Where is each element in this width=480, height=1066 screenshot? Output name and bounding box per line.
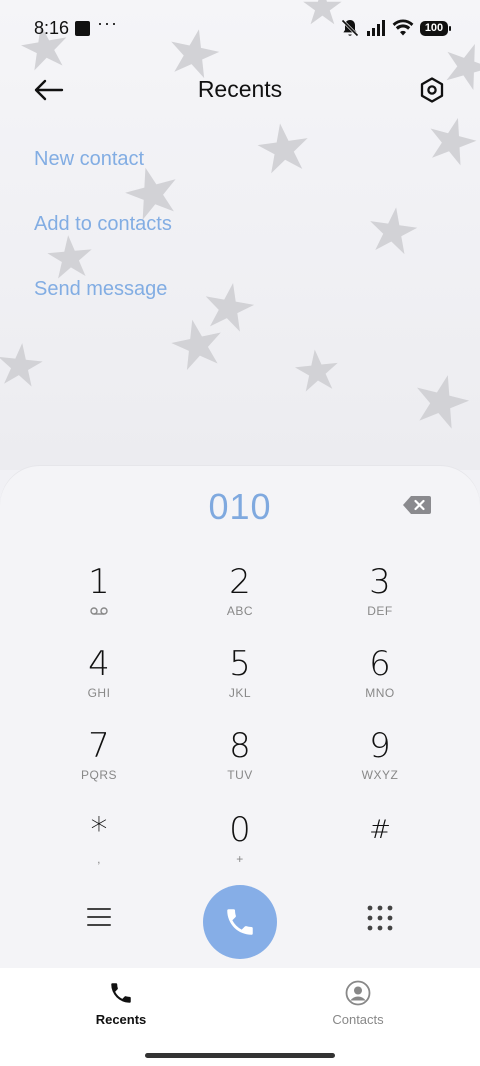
- page-title: Recents: [197, 76, 283, 102]
- star-decoration: ★: [401, 353, 480, 449]
- key-0[interactable]: 0 +: [185, 810, 295, 882]
- key-letters: WXYZ: [361, 768, 399, 782]
- key-digit: 2: [229, 562, 251, 602]
- key-letters: ,: [97, 852, 101, 866]
- menu-button[interactable]: [84, 902, 114, 932]
- key-hash[interactable]: #: [325, 810, 435, 882]
- notification-square-icon: [75, 21, 90, 36]
- key-letters: MNO: [365, 686, 395, 700]
- key-3[interactable]: 3 DEF: [325, 562, 435, 634]
- settings-button[interactable]: [412, 70, 452, 110]
- wifi-icon: [392, 19, 414, 36]
- dialpad-icon: [367, 905, 393, 931]
- key-digit: #: [369, 815, 391, 845]
- key-6[interactable]: 6 MNO: [325, 644, 435, 716]
- person-circle-icon: [345, 980, 371, 1006]
- key-digit: 7: [88, 726, 110, 766]
- status-bar: 8:16 ··· 100: [0, 0, 480, 56]
- key-letters: PQRS: [80, 768, 117, 782]
- key-digit: 8: [229, 726, 251, 766]
- tab-contacts[interactable]: Contacts: [298, 980, 418, 1027]
- hexagon-settings-icon: [420, 77, 444, 103]
- silent-bell-icon: [341, 19, 359, 37]
- key-2[interactable]: 2 ABC: [185, 562, 295, 634]
- dialpad-toggle-button[interactable]: [366, 904, 394, 932]
- key-letters: GHI: [87, 686, 111, 700]
- key-7[interactable]: 7 PQRS: [44, 726, 154, 798]
- key-digit: 3: [369, 562, 391, 602]
- battery-level: 100: [424, 22, 444, 34]
- key-digit: 5: [229, 644, 251, 684]
- backspace-icon: [403, 496, 431, 514]
- key-letters: ABC: [226, 604, 254, 618]
- key-4[interactable]: 4 GHI: [44, 644, 154, 716]
- key-8[interactable]: 8 TUV: [185, 726, 295, 798]
- new-contact-link[interactable]: New contact: [34, 148, 144, 171]
- key-9[interactable]: 9 WXYZ: [325, 726, 435, 798]
- tab-recents-label: Recents: [95, 1012, 147, 1027]
- bottom-navigation: Recents Contacts: [0, 968, 480, 1066]
- backspace-button[interactable]: [402, 494, 432, 516]
- key-5[interactable]: 5 JKL: [185, 644, 295, 716]
- add-to-contacts-link[interactable]: Add to contacts: [34, 213, 172, 236]
- status-time: 8:16: [34, 18, 70, 38]
- key-digit: 4: [88, 644, 110, 684]
- star-decoration: ★: [0, 328, 50, 402]
- battery-icon: 100: [420, 20, 451, 36]
- key-digit: 0: [229, 810, 251, 850]
- star-decoration: ★: [288, 336, 346, 407]
- app-bar: Recents: [0, 60, 480, 120]
- voicemail-icon: [90, 607, 108, 615]
- key-letters: TUV: [227, 768, 253, 782]
- signal-icon: [367, 20, 385, 36]
- key-digit: *: [90, 810, 108, 850]
- phone-icon: [227, 909, 253, 935]
- tab-contacts-label: Contacts: [332, 1012, 384, 1027]
- key-digit: 1: [88, 562, 110, 602]
- key-letters: JKL: [228, 686, 252, 700]
- key-digit: 9: [369, 726, 391, 766]
- phone-icon: [111, 983, 131, 1003]
- key-letters: +: [236, 852, 244, 866]
- call-button[interactable]: [203, 885, 277, 959]
- star-decoration: ★: [360, 190, 426, 271]
- home-indicator[interactable]: [145, 1053, 335, 1058]
- key-star[interactable]: * ,: [44, 810, 154, 882]
- status-icons: 100: [340, 17, 451, 39]
- more-notifications-icon: ···: [97, 13, 118, 33]
- star-decoration: ★: [248, 106, 319, 191]
- menu-icon: [87, 908, 111, 926]
- key-digit: 6: [369, 644, 391, 684]
- key-1[interactable]: 1: [44, 562, 154, 634]
- key-letters: DEF: [367, 604, 393, 618]
- send-message-link[interactable]: Send message: [34, 278, 167, 301]
- dialer-panel: 010 1 2 ABC 3 DEF 4 GHI 5 JKL 6 MNO 7 PQ…: [0, 466, 480, 968]
- tab-recents[interactable]: Recents: [61, 980, 181, 1027]
